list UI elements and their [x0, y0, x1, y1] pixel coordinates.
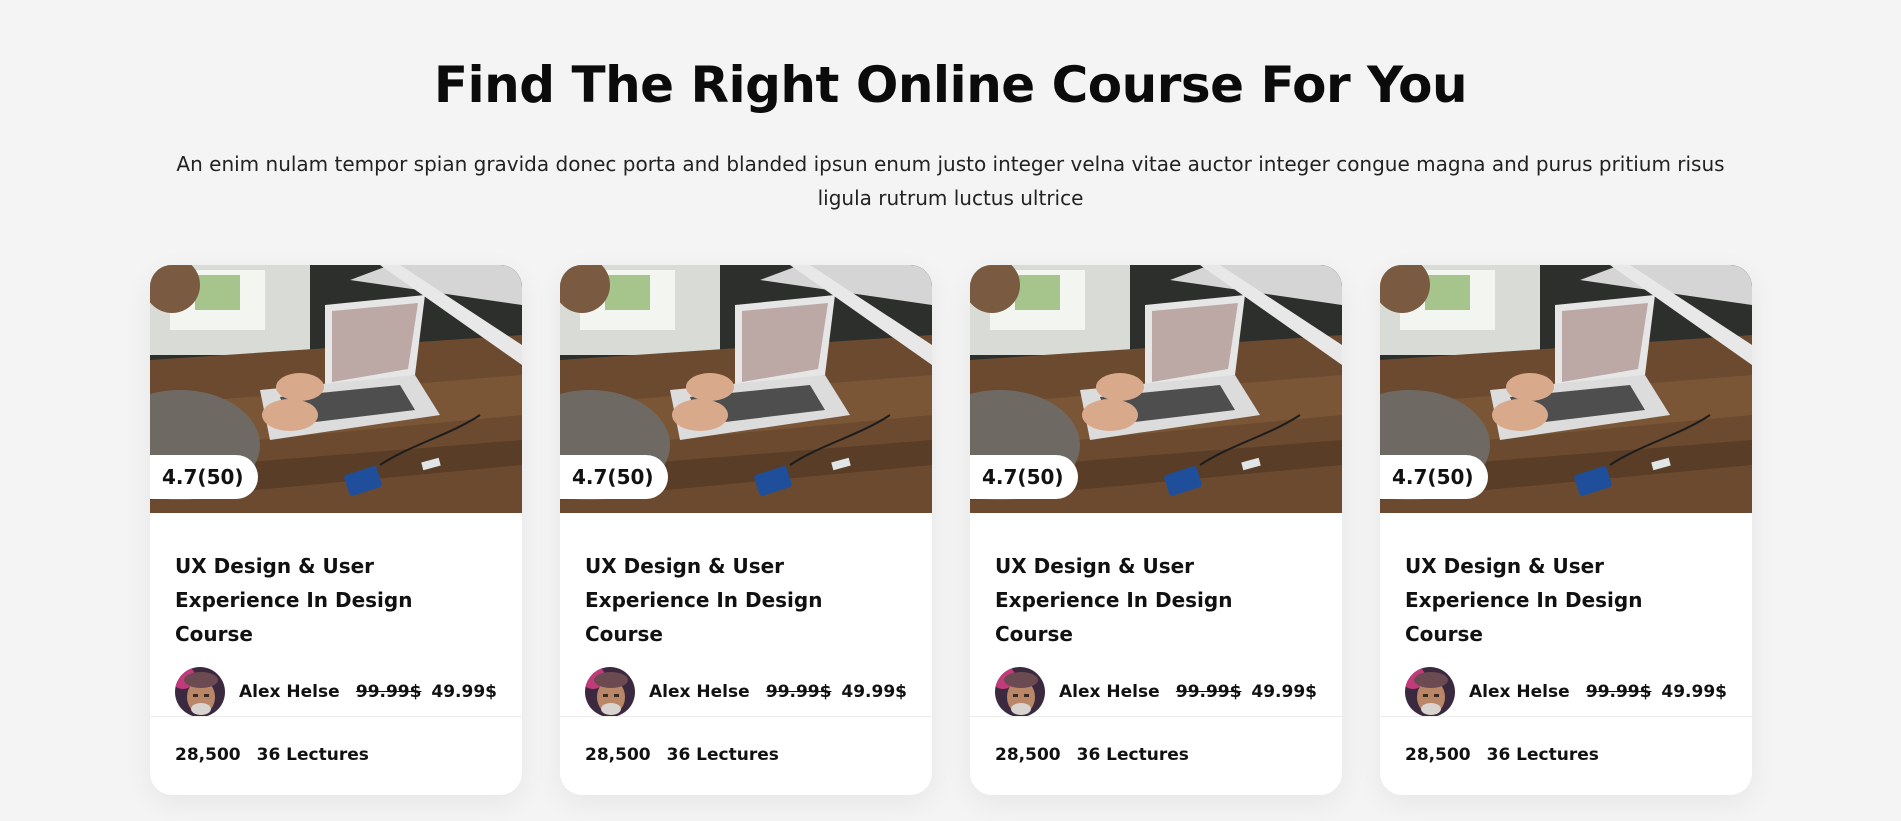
course-card[interactable]: 4.7(50) UX Design & User Experience In D… — [150, 265, 522, 795]
lectures-count: 36 Lectures — [1076, 745, 1189, 765]
card-divider — [560, 716, 932, 717]
card-divider — [970, 716, 1342, 717]
students-count: 28,500 — [1405, 745, 1471, 765]
course-stats: 28,500 36 Lectures — [995, 745, 1189, 765]
course-meta: Alex Helse 99.99$ 49.99$ — [585, 667, 907, 717]
section-subtitle: An enim nulam tempor spian gravida donec… — [176, 152, 1725, 210]
course-card[interactable]: 4.7(50) UX Design & User Experience In D… — [970, 265, 1342, 795]
price: 99.99$ 49.99$ — [356, 682, 497, 702]
course-stats: 28,500 36 Lectures — [585, 745, 779, 765]
course-stats: 28,500 36 Lectures — [175, 745, 369, 765]
current-price: 49.99$ — [431, 682, 497, 702]
author-avatar-icon — [995, 667, 1045, 717]
old-price: 99.99$ — [1585, 682, 1652, 702]
lectures-count: 36 Lectures — [256, 745, 369, 765]
rating-badge: 4.7(50) — [970, 455, 1078, 499]
current-price: 49.99$ — [1251, 682, 1317, 702]
students-count: 28,500 — [995, 745, 1061, 765]
author-avatar-icon — [1405, 667, 1455, 717]
author-name[interactable]: Alex Helse — [649, 682, 766, 702]
author-name[interactable]: Alex Helse — [1469, 682, 1586, 702]
rating-badge: 4.7(50) — [560, 455, 668, 499]
current-price: 49.99$ — [1661, 682, 1727, 702]
course-meta: Alex Helse 99.99$ 49.99$ — [175, 667, 497, 717]
author-avatar-icon — [585, 667, 635, 717]
course-image[interactable]: 4.7(50) — [970, 265, 1342, 513]
course-title[interactable]: UX Design & User Experience In Design Co… — [995, 549, 1317, 651]
price: 99.99$ 49.99$ — [766, 682, 907, 702]
rating-badge: 4.7(50) — [150, 455, 258, 499]
author-avatar-icon — [175, 667, 225, 717]
course-stats: 28,500 36 Lectures — [1405, 745, 1599, 765]
card-divider — [1380, 716, 1752, 717]
course-meta: Alex Helse 99.99$ 49.99$ — [995, 667, 1317, 717]
course-title[interactable]: UX Design & User Experience In Design Co… — [585, 549, 907, 651]
old-price: 99.99$ — [355, 682, 422, 702]
students-count: 28,500 — [585, 745, 651, 765]
course-card[interactable]: 4.7(50) UX Design & User Experience In D… — [560, 265, 932, 795]
rating-badge: 4.7(50) — [1380, 455, 1488, 499]
course-card-list: 4.7(50) UX Design & User Experience In D… — [150, 265, 1752, 795]
course-title[interactable]: UX Design & User Experience In Design Co… — [175, 549, 497, 651]
lectures-count: 36 Lectures — [666, 745, 779, 765]
author-name[interactable]: Alex Helse — [239, 682, 356, 702]
lectures-count: 36 Lectures — [1486, 745, 1599, 765]
course-image[interactable]: 4.7(50) — [1380, 265, 1752, 513]
old-price: 99.99$ — [765, 682, 832, 702]
author-name[interactable]: Alex Helse — [1059, 682, 1176, 702]
card-divider — [150, 716, 522, 717]
course-title[interactable]: UX Design & User Experience In Design Co… — [1405, 549, 1727, 651]
section-title: Find The Right Online Course For You — [433, 56, 1468, 114]
course-card[interactable]: 4.7(50) UX Design & User Experience In D… — [1380, 265, 1752, 795]
old-price: 99.99$ — [1175, 682, 1242, 702]
current-price: 49.99$ — [841, 682, 907, 702]
students-count: 28,500 — [175, 745, 241, 765]
course-image[interactable]: 4.7(50) — [150, 265, 522, 513]
price: 99.99$ 49.99$ — [1586, 682, 1727, 702]
price: 99.99$ 49.99$ — [1176, 682, 1317, 702]
course-meta: Alex Helse 99.99$ 49.99$ — [1405, 667, 1727, 717]
course-image[interactable]: 4.7(50) — [560, 265, 932, 513]
